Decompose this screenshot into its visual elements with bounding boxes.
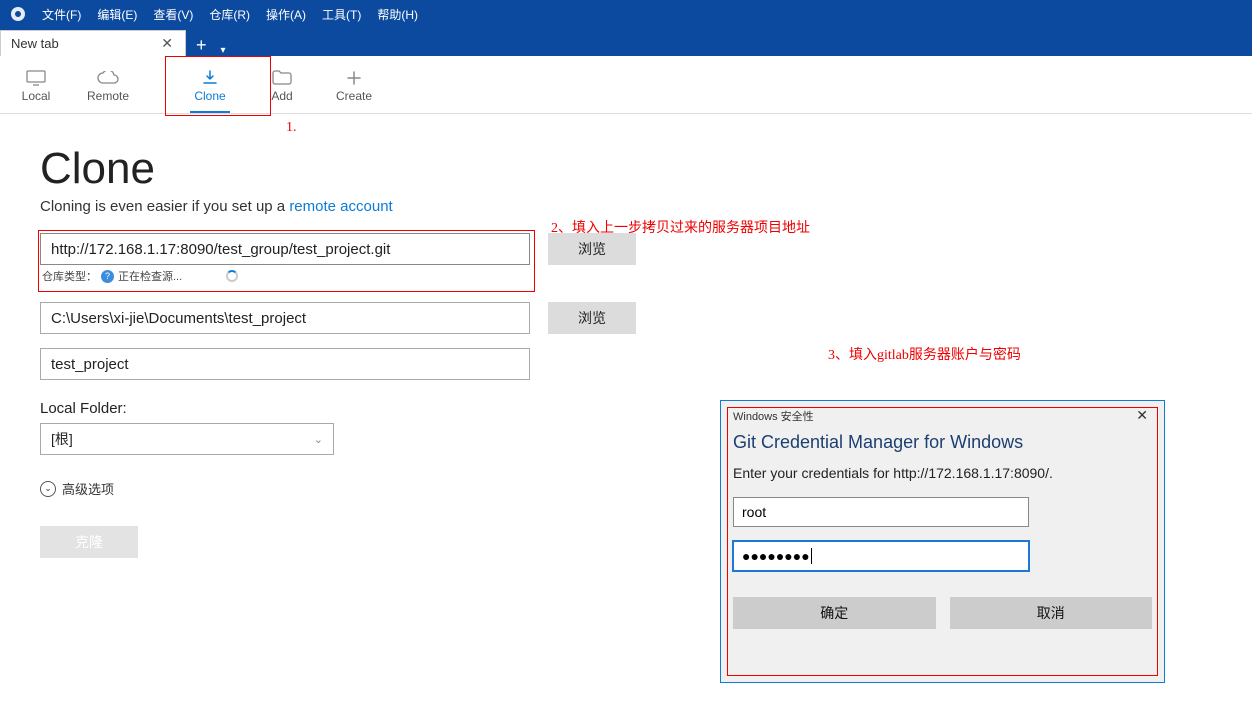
advanced-label: 高级选项 — [62, 479, 114, 498]
remote-account-link[interactable]: remote account — [289, 198, 392, 215]
cloud-icon — [97, 67, 119, 89]
chevron-down-icon: ⌄ — [314, 433, 323, 446]
menu-help[interactable]: 帮助(H) — [369, 6, 426, 23]
tab-add-button[interactable]: + — [186, 35, 217, 56]
dialog-small-title: Windows 安全性 — [733, 408, 814, 424]
repo-type-label: 仓库类型： — [42, 268, 97, 284]
menu-action[interactable]: 操作(A) — [258, 6, 314, 23]
app-logo-icon — [10, 6, 26, 22]
folder-icon — [272, 67, 292, 89]
tab-label: New tab — [11, 36, 59, 51]
annotation-3: 3、填入gitlab服务器账户与密码 — [828, 344, 1021, 364]
dest-path-input[interactable] — [40, 302, 530, 334]
toolbar: Local Remote Clone Add Create — [0, 56, 1252, 114]
spinner-icon — [226, 270, 238, 282]
source-url-input[interactable] — [40, 233, 530, 265]
browse-dest-button[interactable]: 浏览 — [548, 302, 636, 334]
local-folder-value: [根] — [51, 429, 73, 449]
tab-close-icon[interactable]: ✕ — [157, 35, 177, 52]
local-folder-select[interactable]: [根] ⌄ — [40, 423, 334, 455]
password-input[interactable]: ●●●●●●●● — [733, 541, 1029, 571]
dialog-close-icon[interactable]: ✕ — [1132, 407, 1152, 424]
menu-repo[interactable]: 仓库(R) — [201, 6, 258, 23]
monitor-icon — [26, 67, 46, 89]
clone-button[interactable]: 克隆 — [40, 526, 138, 558]
tool-remote[interactable]: Remote — [72, 56, 144, 113]
dialog-small-title-row: Windows 安全性 ✕ — [733, 405, 1152, 426]
tool-add-label: Add — [271, 89, 292, 103]
browse-source-button[interactable]: 浏览 — [548, 233, 636, 265]
page-title: Clone — [40, 144, 1252, 194]
subtitle-text: Cloning is even easier if you set up a — [40, 198, 289, 215]
tool-clone-label: Clone — [194, 89, 225, 103]
username-input[interactable]: root — [733, 497, 1029, 527]
tab-new[interactable]: New tab ✕ — [0, 30, 186, 56]
menu-view[interactable]: 查看(V) — [145, 6, 201, 23]
annotation-2: 2、填入上一步拷贝过来的服务器项目地址 — [551, 217, 810, 237]
username-value: root — [742, 504, 766, 520]
plus-icon — [346, 67, 362, 89]
menu-edit[interactable]: 编辑(E) — [89, 6, 145, 23]
page-subtitle: Cloning is even easier if you set up a r… — [40, 198, 1252, 215]
repo-type-hint: 仓库类型： ? 正在检查源... — [40, 265, 1252, 284]
credential-dialog: Windows 安全性 ✕ Git Credential Manager for… — [720, 400, 1165, 683]
tool-local-label: Local — [22, 89, 51, 103]
question-icon: ? — [101, 270, 114, 283]
tool-create-label: Create — [336, 89, 372, 103]
tabbar: New tab ✕ + ▾ — [0, 28, 1252, 56]
password-value: ●●●●●●●● — [742, 548, 810, 564]
tab-dropdown-icon[interactable]: ▾ — [217, 45, 230, 56]
project-name-input[interactable] — [40, 348, 530, 380]
chevron-down-circle-icon: ⌄ — [40, 481, 56, 497]
annotation-1: 1. — [286, 120, 297, 136]
tool-add[interactable]: Add — [246, 56, 318, 113]
tool-clone[interactable]: Clone — [174, 56, 246, 113]
menu-file[interactable]: 文件(F) — [34, 6, 89, 23]
dialog-cancel-button[interactable]: 取消 — [950, 597, 1153, 629]
dialog-ok-button[interactable]: 确定 — [733, 597, 936, 629]
dialog-title: Git Credential Manager for Windows — [733, 426, 1152, 465]
tool-local[interactable]: Local — [0, 56, 72, 113]
cursor — [811, 548, 812, 564]
menu-tools[interactable]: 工具(T) — [314, 6, 369, 23]
checking-text: 正在检查源... — [118, 268, 182, 284]
menubar: 文件(F) 编辑(E) 查看(V) 仓库(R) 操作(A) 工具(T) 帮助(H… — [0, 0, 1252, 28]
tool-remote-label: Remote — [87, 89, 129, 103]
tool-create[interactable]: Create — [318, 56, 390, 113]
dialog-subtitle: Enter your credentials for http://172.16… — [733, 465, 1152, 481]
download-icon — [201, 67, 219, 89]
